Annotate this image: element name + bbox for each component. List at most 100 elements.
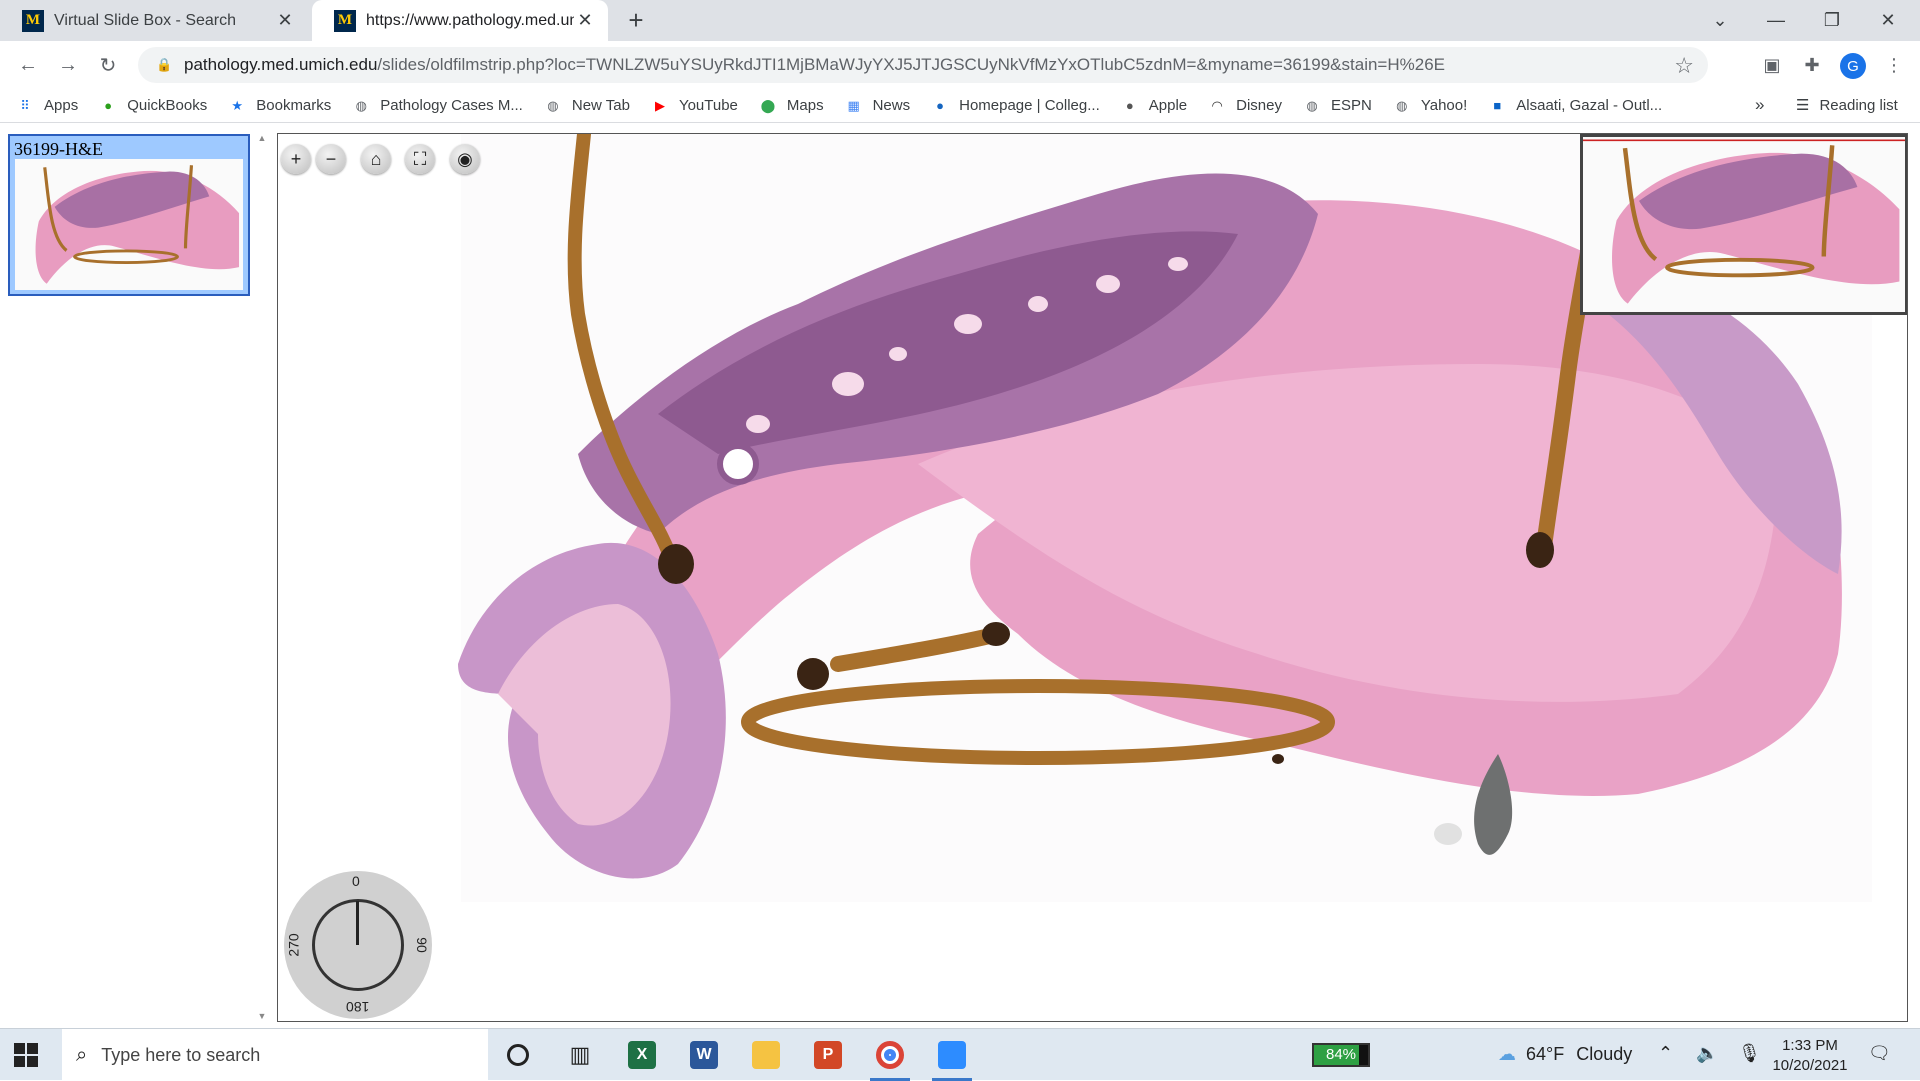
bookmark-label: Maps xyxy=(786,97,824,114)
profile-avatar[interactable]: G xyxy=(1840,53,1866,79)
tab-close-icon[interactable]: ✕ xyxy=(574,10,596,32)
excel-taskbar-button[interactable]: X xyxy=(614,1029,670,1081)
tab-title: https://www.pathology.med.umich xyxy=(366,11,574,29)
powerpoint-icon: P xyxy=(814,1041,842,1069)
close-window-button[interactable]: ✕ xyxy=(1860,0,1916,41)
bookmark-label: QuickBooks xyxy=(127,97,208,114)
bookmark-label: Disney xyxy=(1236,97,1282,114)
system-clock[interactable]: 1:33 PM 10/20/2021 xyxy=(1770,1036,1850,1076)
microphone-icon[interactable]: 🎙 xyxy=(1738,1043,1761,1064)
notifications-icon[interactable]: 🗨 xyxy=(1868,1043,1891,1064)
home-button[interactable]: ⌂ xyxy=(361,144,391,174)
zoom-taskbar-button[interactable] xyxy=(924,1029,980,1081)
minimize-button[interactable]: — xyxy=(1748,0,1804,41)
reading-list-button[interactable]: ☰ Reading list xyxy=(1796,96,1898,115)
weather-widget[interactable]: ☁ 64°F Cloudy xyxy=(1498,1044,1632,1065)
slide-viewer[interactable]: + − ⌂ ⛶ ◉ 0 90 180 270 xyxy=(277,133,1908,1022)
zoom-out-button[interactable]: − xyxy=(316,144,346,174)
bookmark-item[interactable]: ◍ Pathology Cases M... xyxy=(352,97,523,115)
zoom-in-button[interactable]: + xyxy=(281,144,311,174)
file-explorer-taskbar-button[interactable] xyxy=(738,1029,794,1081)
extension-icon[interactable]: ▣ xyxy=(1760,53,1784,77)
navigator-thumbnail-image xyxy=(1583,137,1905,312)
bookmark-label: Yahoo! xyxy=(1420,97,1468,114)
reload-button[interactable]: ↻ xyxy=(92,49,124,81)
maps-pin-icon: ⬤ xyxy=(760,97,776,113)
file-explorer-icon xyxy=(752,1041,780,1069)
back-button[interactable]: ← xyxy=(12,49,44,81)
show-hidden-icons-chevron-icon[interactable]: ⌃ xyxy=(1658,1043,1673,1064)
app-icon-letter: W xyxy=(696,1046,712,1063)
browser-toolbar: ← → ↻ 🔒 pathology.med.umich.edu/slides/o… xyxy=(0,41,1920,89)
tab-pathology-slide[interactable]: M https://www.pathology.med.umich ✕ xyxy=(312,0,608,41)
word-taskbar-button[interactable]: W xyxy=(676,1029,732,1081)
disney-icon: ◠ xyxy=(1211,97,1223,113)
weather-description: Cloudy xyxy=(1576,1044,1633,1064)
umich-favicon-icon: M xyxy=(334,9,356,32)
bookmark-item[interactable]: ● Apple xyxy=(1121,97,1187,115)
rotation-label-right: 90 xyxy=(413,937,430,953)
rotation-label-bottom: 180 xyxy=(346,999,370,1015)
scroll-down-arrow-icon[interactable]: ▼ xyxy=(256,1011,268,1021)
bookmark-item[interactable]: ◍ New Tab xyxy=(544,97,630,115)
bookmark-item[interactable]: ◠ Disney xyxy=(1208,97,1282,115)
fullscreen-button[interactable]: ⛶ xyxy=(405,144,435,174)
clock-time: 1:33 PM xyxy=(1782,1037,1838,1054)
powerpoint-taskbar-button[interactable]: P xyxy=(800,1029,856,1081)
tab-search-chevron-icon[interactable]: ⌄ xyxy=(1692,0,1748,41)
snapshot-camera-button[interactable]: ◉ xyxy=(450,144,480,174)
quickbooks-icon: ● xyxy=(104,98,113,113)
new-tab-button[interactable]: + xyxy=(622,5,650,35)
bookmark-label: YouTube xyxy=(678,97,738,114)
search-icon: ⌕ xyxy=(76,1043,88,1066)
globe-icon: ◍ xyxy=(547,97,559,113)
tab-close-icon[interactable]: ✕ xyxy=(274,10,296,32)
star-icon: ★ xyxy=(231,97,244,113)
battery-indicator[interactable]: 84% xyxy=(1312,1043,1370,1067)
bookmark-item[interactable]: ★ Bookmarks xyxy=(228,97,331,115)
reading-list-label: Reading list xyxy=(1819,96,1898,114)
bookmark-item[interactable]: ◍ Yahoo! xyxy=(1393,97,1467,115)
bookmarks-bar: ⠿ Apps ● QuickBooks ★ Bookmarks ◍ Pathology Cas… xyxy=(0,89,1920,123)
chrome-icon xyxy=(876,1041,904,1069)
slide-thumbnail-image xyxy=(15,159,243,290)
volume-icon[interactable]: 🔈 xyxy=(1696,1043,1718,1064)
bookmarks-overflow-chevron-icon[interactable]: » xyxy=(1755,95,1764,115)
bookmark-item[interactable]: ⠿ Apps xyxy=(16,97,78,115)
outlook-icon: ■ xyxy=(1493,98,1502,113)
extensions-puzzle-icon[interactable]: ✚ xyxy=(1800,53,1824,77)
bookmark-star-icon[interactable]: ☆ xyxy=(1674,53,1694,79)
taskbar-search-box[interactable]: ⌕ Type here to search xyxy=(62,1029,488,1081)
cortana-taskbar-button[interactable] xyxy=(490,1029,546,1081)
bookmark-item[interactable]: ● QuickBooks xyxy=(99,97,207,115)
bookmark-label: Homepage | Colleg... xyxy=(959,97,1100,114)
bookmark-label: Alsaati, Gazal - Outl... xyxy=(1516,97,1663,114)
chrome-taskbar-button[interactable] xyxy=(862,1029,918,1081)
bookmark-item[interactable]: ⬤ Maps xyxy=(759,97,824,115)
task-view-taskbar-button[interactable]: ▥ xyxy=(552,1029,608,1081)
scroll-up-arrow-icon[interactable]: ▲ xyxy=(256,133,268,143)
weather-temperature: 64°F xyxy=(1526,1044,1565,1064)
windows-start-icon[interactable] xyxy=(14,1043,38,1067)
tab-title: Virtual Slide Box - Search xyxy=(54,11,237,29)
rotation-dial[interactable]: 0 90 180 270 xyxy=(284,871,432,1019)
page-content: 36199-H&E ▲ ▼ + − ⌂ ⛶ ◉ 0 90 180 270 xyxy=(0,123,1920,1028)
slide-navigator-overview[interactable] xyxy=(1580,134,1907,315)
bookmark-item[interactable]: ▦ News xyxy=(845,97,910,115)
rotation-needle[interactable] xyxy=(356,901,359,945)
filmstrip-scrollbar[interactable]: ▲ ▼ xyxy=(256,133,268,1023)
bookmark-item[interactable]: ■ Alsaati, Gazal - Outl... xyxy=(1488,97,1662,115)
bookmark-item[interactable]: ● Homepage | Colleg... xyxy=(931,97,1100,115)
slide-thumbnail[interactable]: 36199-H&E xyxy=(8,134,250,296)
bookmark-item[interactable]: ◍ ESPN xyxy=(1303,97,1372,115)
umich-favicon-icon: M xyxy=(22,9,44,32)
chrome-menu-icon[interactable]: ⋮ xyxy=(1882,53,1906,77)
forward-button[interactable]: → xyxy=(52,49,84,81)
bookmark-item[interactable]: ▶ YouTube xyxy=(651,97,738,115)
address-bar[interactable]: 🔒 pathology.med.umich.edu/slides/oldfilm… xyxy=(138,47,1708,83)
bookmark-label: Bookmarks xyxy=(256,97,332,114)
apple-icon: ● xyxy=(1125,98,1134,113)
tab-virtual-slide-box[interactable]: M Virtual Slide Box - Search ✕ xyxy=(0,0,308,41)
restore-button[interactable]: ❐ xyxy=(1804,0,1860,41)
app-icon-letter: X xyxy=(636,1046,648,1063)
